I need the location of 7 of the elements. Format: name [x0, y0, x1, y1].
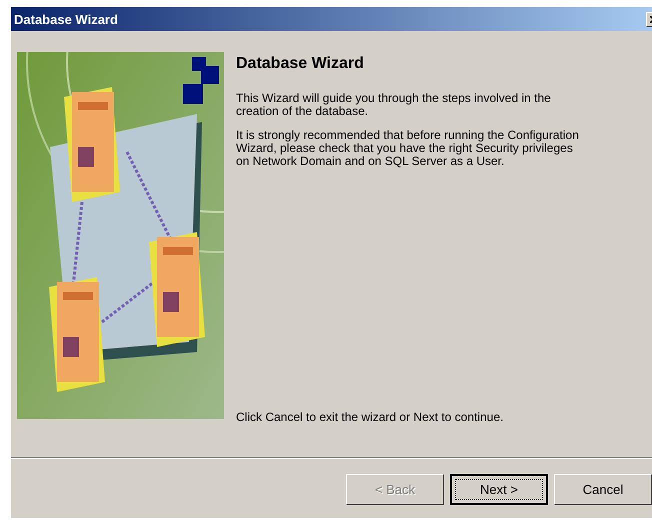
intro-paragraph: It is strongly recommended that before running the Configuration Wizard, please check that you have the right Security privileges on Network Domain and on SQL Server as a User.	[236, 129, 580, 168]
window-title: Database Wizard	[14, 12, 118, 26]
footer-text: Click Cancel to exit the wizard or Next to continue.	[236, 410, 504, 424]
wizard-button[interactable]: Cancel	[554, 474, 652, 505]
intro-paragraph: This Wizard will guide you through the steps involved in the creation of the database.	[236, 92, 552, 118]
wizard-button[interactable]: Next >	[450, 474, 548, 505]
wizard-heading: Database Wizard	[236, 55, 365, 73]
